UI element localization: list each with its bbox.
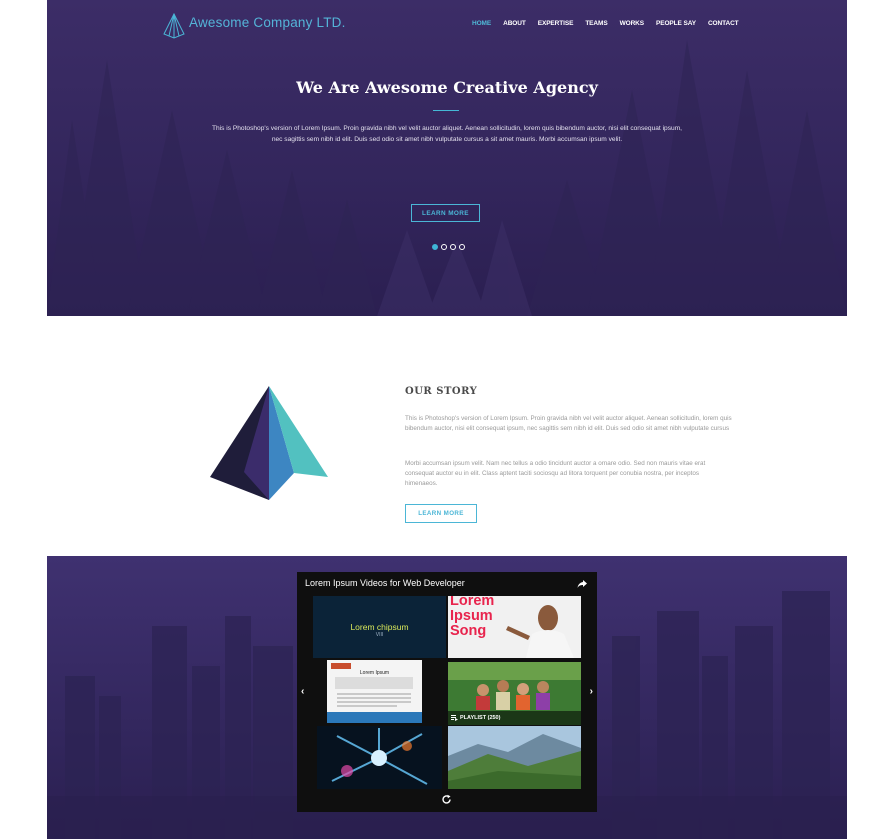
hero-text: This is Photoshop's version of Lorem Ips…	[211, 125, 683, 143]
video-thumbnail-3[interactable]: Lorem Ipsum	[327, 660, 422, 723]
reload-icon[interactable]	[441, 794, 452, 805]
main-nav: HOME ABOUT EXPERTISE TEAMS WORKS PEOPLE …	[472, 20, 751, 32]
youtube-playlist-player[interactable]: Lorem Ipsum Videos for Web Developer Lor…	[297, 572, 597, 812]
video-thumbnail-6[interactable]	[448, 726, 581, 789]
nav-people-say[interactable]: PEOPLE SAY	[656, 20, 696, 32]
story-paragraph-1: This is Photoshop's version of Lorem Ips…	[405, 415, 732, 432]
story-paragraph-2: Morbi accumsan ipsum velit. Nam nec tell…	[405, 460, 706, 487]
slider-dots	[432, 244, 465, 250]
nav-about[interactable]: ABOUT	[503, 20, 526, 32]
nav-works[interactable]: WORKS	[620, 20, 645, 32]
slider-dot-3[interactable]	[450, 244, 456, 250]
video-thumbnail-5[interactable]	[317, 726, 442, 789]
video-thumbnail-4[interactable]: PLAYLIST (250)	[448, 662, 581, 725]
thumbnail-subtitle: VIII	[375, 632, 384, 638]
slider-dot-1[interactable]	[432, 244, 438, 250]
person-image	[506, 605, 574, 658]
share-icon[interactable]	[577, 579, 588, 589]
forest-background	[47, 40, 847, 316]
next-arrow-icon[interactable]: ›	[590, 686, 593, 697]
previous-arrow-icon[interactable]: ‹	[301, 686, 304, 697]
brand-logo[interactable]: Awesome Company LTD.	[162, 12, 362, 40]
space-burst-image	[317, 726, 442, 789]
playlist-label: PLAYLIST (250)	[460, 715, 501, 721]
player-title: Lorem Ipsum Videos for Web Developer	[305, 578, 465, 588]
pyramid-logo-icon	[163, 13, 185, 39]
nav-contact[interactable]: CONTACT	[708, 20, 739, 32]
thumbnail-title: Lorem Ipsum	[359, 670, 390, 676]
hero-learn-more-button[interactable]: LEARN MORE	[411, 204, 480, 222]
video-thumbnail-1[interactable]: Lorem chipsum VIII	[313, 596, 446, 658]
nav-teams[interactable]: TEAMS	[585, 20, 607, 32]
pyramid-illustration	[210, 386, 328, 500]
hero-divider	[433, 110, 459, 111]
thumbnail-title: Lorem chipsum	[350, 622, 409, 632]
playlist-bar[interactable]: PLAYLIST (250)	[448, 711, 581, 725]
slider-dot-4[interactable]	[459, 244, 465, 250]
video-thumbnail-2[interactable]: Lorem Ipsum Song	[448, 596, 581, 658]
nav-expertise[interactable]: EXPERTISE	[538, 20, 574, 32]
hero-section: Awesome Company LTD. HOME ABOUT EXPERTIS…	[47, 0, 847, 316]
story-learn-more-button[interactable]: LEARN MORE	[405, 504, 477, 523]
nav-home[interactable]: HOME	[472, 20, 491, 32]
brand-name: Awesome Company LTD.	[189, 15, 346, 30]
slider-dot-2[interactable]	[441, 244, 447, 250]
story-title: OUR STORY	[405, 386, 478, 397]
playlist-icon	[451, 715, 458, 721]
hero-title: We Are Awesome Creative Agency	[296, 78, 598, 97]
mountain-landscape-image	[448, 726, 581, 789]
